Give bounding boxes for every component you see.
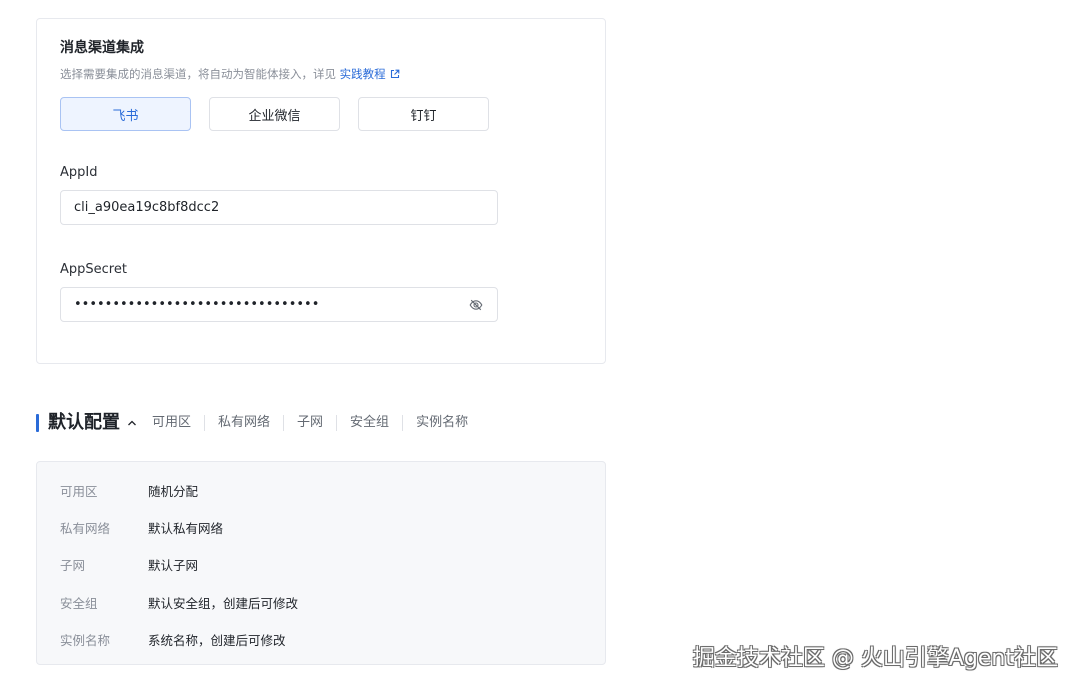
app-id-field[interactable]: cli_a90ea19c8bf8dcc2 (60, 190, 498, 225)
config-value: 默认私有网络 (148, 520, 224, 536)
card-description-text: 选择需要集成的消息渠道，将自动为智能体接入，详见 (60, 67, 336, 81)
app-secret-field[interactable]: •••••••••••••••••••••••••••••••• (60, 287, 498, 322)
tab-wecom[interactable]: 企业微信 (209, 97, 340, 131)
app-id-value: cli_a90ea19c8bf8dcc2 (74, 200, 220, 215)
channel-integration-card: 消息渠道集成 选择需要集成的消息渠道，将自动为智能体接入，详见 实践教程 飞书 … (36, 18, 606, 364)
section-title: 默认配置 (48, 412, 120, 433)
tab-wecom-label: 企业微信 (248, 108, 301, 124)
summary-item-instance-name: 实例名称 (402, 415, 481, 431)
config-row: 子网 默认子网 (60, 555, 198, 573)
config-key: 私有网络 (60, 520, 111, 536)
card-title: 消息渠道集成 (60, 40, 144, 56)
section-accent-bar (36, 414, 39, 432)
watermark: 掘金技术社区 @ 火山引擎Agent社区 (692, 646, 1058, 671)
tab-feishu-label: 飞书 (112, 108, 139, 124)
tab-feishu[interactable]: 飞书 (60, 97, 191, 131)
config-value: 默认安全组，创建后可修改 (148, 595, 299, 611)
summary-item-zone: 可用区 (152, 415, 192, 430)
config-row: 实例名称 系统名称，创建后可修改 (60, 630, 286, 648)
summary-item-security-group: 安全组 (336, 415, 402, 431)
tutorial-link-label: 实践教程 (339, 67, 386, 81)
config-value: 系统名称，创建后可修改 (148, 632, 286, 648)
eye-off-icon[interactable] (468, 297, 484, 313)
default-config-header: 默认配置 可用区 私有网络 子网 安全组 实例名称 (36, 410, 481, 436)
app-secret-value: •••••••••••••••••••••••••••••••• (74, 297, 320, 312)
tutorial-link[interactable]: 实践教程 (340, 67, 400, 81)
config-value: 随机分配 (148, 483, 199, 499)
summary-item-subnet: 子网 (283, 415, 336, 431)
summary-item-vpc: 私有网络 (204, 415, 283, 431)
config-key: 子网 (60, 557, 86, 573)
chevron-up-icon[interactable] (126, 417, 138, 429)
config-key: 可用区 (60, 483, 98, 499)
config-key: 安全组 (60, 595, 98, 611)
config-row: 私有网络 默认私有网络 (60, 518, 223, 536)
tab-dingtalk[interactable]: 钉钉 (358, 97, 489, 131)
config-key: 实例名称 (60, 632, 111, 648)
default-config-table: 可用区 随机分配 私有网络 默认私有网络 子网 默认子网 安全组 默认安全组，创… (36, 461, 606, 665)
card-description: 选择需要集成的消息渠道，将自动为智能体接入，详见 实践教程 (60, 66, 400, 82)
app-id-label: AppId (60, 165, 98, 180)
config-row: 安全组 默认安全组，创建后可修改 (60, 593, 298, 611)
config-value: 默认子网 (148, 557, 199, 573)
external-link-icon (390, 67, 400, 79)
config-row: 可用区 随机分配 (60, 481, 198, 499)
channel-tabs: 飞书 企业微信 钉钉 (60, 97, 489, 131)
tab-dingtalk-label: 钉钉 (410, 108, 437, 124)
app-secret-label: AppSecret (60, 262, 127, 277)
